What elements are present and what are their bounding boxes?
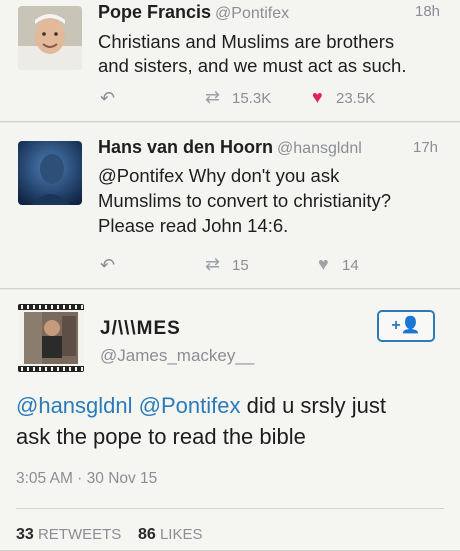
avatar[interactable]: [18, 6, 82, 70]
tweet-james-reply[interactable]: J/\\\MES @James_mackey__ +👤 @hansgldnl @…: [0, 290, 460, 551]
author-name[interactable]: J/\\\MES: [100, 318, 181, 340]
heart-icon[interactable]: ♥: [318, 254, 329, 275]
tweet-timestamp[interactable]: 3:05 AM · 30 Nov 15: [16, 470, 157, 488]
retweet-icon[interactable]: ⇄: [205, 87, 220, 108]
avatar[interactable]: [18, 304, 84, 372]
reply-arrow-icon[interactable]: ↶: [100, 88, 115, 109]
mention-link[interactable]: @Pontifex: [139, 393, 241, 418]
author-handle[interactable]: @Pontifex: [215, 5, 289, 22]
add-user-icon: +👤: [391, 317, 421, 334]
follow-button[interactable]: +👤: [377, 310, 435, 342]
like-count: 23.5K: [336, 90, 376, 107]
tweet-pope-francis[interactable]: Pope Francis @Pontifex 18h Christians and…: [0, 0, 460, 122]
avatar[interactable]: [18, 141, 82, 205]
heart-icon[interactable]: ♥: [312, 87, 323, 108]
author-name[interactable]: Pope Francis @Pontifex: [98, 2, 289, 23]
author-handle[interactable]: @hansgldnl: [277, 140, 362, 157]
retweet-count: 15.3K: [232, 90, 272, 107]
retweet-icon[interactable]: ⇄: [205, 254, 220, 275]
retweet-total[interactable]: 33: [16, 526, 34, 543]
tweet-text: Christians and Muslims are brothers and …: [98, 31, 407, 76]
author-name[interactable]: Hans van den Hoorn @hansgldnl: [98, 137, 362, 158]
tweet-text: @Pontifex Why don't you ask Mumslims to …: [98, 165, 392, 236]
mention-link[interactable]: @hansgldnl: [16, 393, 133, 418]
like-total[interactable]: 86: [138, 526, 156, 543]
divider: [16, 508, 444, 509]
retweets-label[interactable]: RETWEETS: [38, 526, 121, 543]
tweet-time: 17h: [413, 139, 439, 156]
reply-arrow-icon[interactable]: ↶: [100, 255, 115, 276]
reply-text: @hansgldnl @Pontifex did u srsly just as…: [16, 393, 386, 449]
tweet-stats: 33 RETWEETS 86 LIKES: [16, 526, 202, 544]
author-handle[interactable]: @James_mackey__: [100, 346, 254, 366]
tweet-hans[interactable]: Hans van den Hoorn @hansgldnl 17h @Pontif…: [0, 123, 460, 289]
like-count: 14: [342, 257, 359, 274]
likes-label[interactable]: LIKES: [160, 526, 203, 543]
retweet-count: 15: [232, 257, 249, 274]
tweet-time: 18h: [415, 3, 441, 20]
